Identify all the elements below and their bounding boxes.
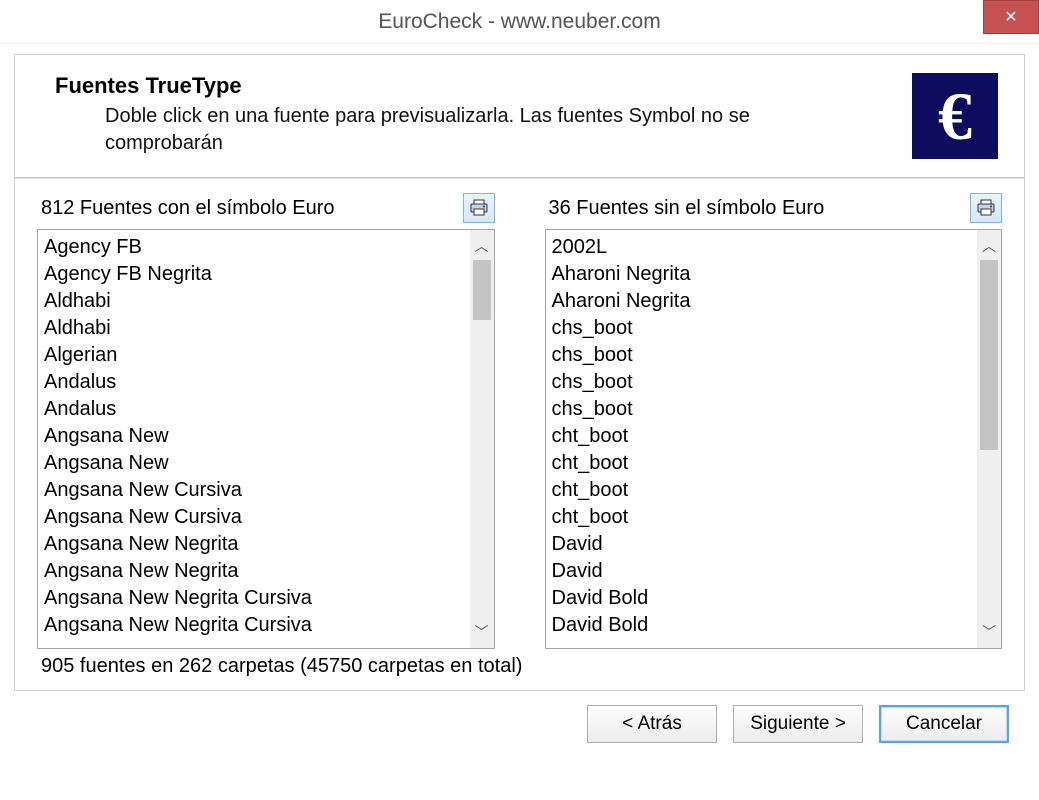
window-body: Fuentes TrueType Doble click en una fuen… <box>0 44 1039 757</box>
back-button[interactable]: < Atrás <box>587 705 717 743</box>
list-item[interactable]: Algerian <box>44 342 464 369</box>
list-item[interactable]: Aharoni Negrita <box>552 288 972 315</box>
list-item[interactable]: Angsana New Negrita Cursiva <box>44 612 464 639</box>
list-item[interactable]: Angsana New Negrita Cursiva <box>44 585 464 612</box>
list-item[interactable]: David Bold <box>552 612 972 639</box>
scroll-up-icon[interactable]: ︿ <box>982 236 996 256</box>
list-item[interactable]: Angsana New <box>44 450 464 477</box>
list-item[interactable]: David Bold <box>552 585 972 612</box>
left-column: 812 Fuentes con el símbolo Euro Agency F… <box>37 193 495 649</box>
right-column-header: 36 Fuentes sin el símbolo Euro <box>545 193 1003 229</box>
left-column-label: 812 Fuentes con el símbolo Euro <box>41 197 335 220</box>
scroll-thumb[interactable] <box>980 260 998 450</box>
left-scrollbar[interactable]: ︿ ﹀ <box>470 230 494 648</box>
printer-icon <box>469 199 489 217</box>
left-list-items: Agency FB Agency FB Negrita Aldhabi Aldh… <box>38 230 470 648</box>
euro-logo-icon: € <box>912 73 998 159</box>
list-item[interactable]: 2002L <box>552 234 972 261</box>
list-item[interactable]: Angsana New Negrita <box>44 558 464 585</box>
content-area: 812 Fuentes con el símbolo Euro Agency F… <box>15 179 1024 690</box>
list-item[interactable]: Aharoni Negrita <box>552 261 972 288</box>
list-item[interactable]: Aldhabi <box>44 288 464 315</box>
left-listbox[interactable]: Agency FB Agency FB Negrita Aldhabi Aldh… <box>37 229 495 649</box>
header-subtitle: Doble click en una fuente para previsual… <box>55 103 755 157</box>
list-item[interactable]: chs_boot <box>552 396 972 423</box>
header-text: Fuentes TrueType Doble click en una fuen… <box>55 73 912 157</box>
list-item[interactable]: Angsana New Cursiva <box>44 504 464 531</box>
list-item[interactable]: Agency FB <box>44 234 464 261</box>
list-item[interactable]: chs_boot <box>552 315 972 342</box>
list-item[interactable]: Andalus <box>44 369 464 396</box>
list-item[interactable]: David <box>552 558 972 585</box>
close-icon: ✕ <box>1004 7 1017 27</box>
next-button[interactable]: Siguiente > <box>733 705 863 743</box>
list-item[interactable]: cht_boot <box>552 477 972 504</box>
titlebar: EuroCheck - www.neuber.com ✕ <box>0 0 1039 44</box>
right-column-label: 36 Fuentes sin el símbolo Euro <box>549 197 825 220</box>
printer-icon <box>976 199 996 217</box>
scroll-up-icon[interactable]: ︿ <box>475 236 489 256</box>
scroll-thumb[interactable] <box>473 260 491 320</box>
list-item[interactable]: Angsana New Cursiva <box>44 477 464 504</box>
columns: 812 Fuentes con el símbolo Euro Agency F… <box>37 193 1002 649</box>
list-item[interactable]: Andalus <box>44 396 464 423</box>
print-left-button[interactable] <box>463 193 495 223</box>
list-item[interactable]: chs_boot <box>552 342 972 369</box>
left-column-header: 812 Fuentes con el símbolo Euro <box>37 193 495 229</box>
header-area: Fuentes TrueType Doble click en una fuen… <box>15 55 1024 177</box>
scroll-down-icon[interactable]: ﹀ <box>982 622 996 642</box>
button-row: < Atrás Siguiente > Cancelar <box>14 691 1025 745</box>
scroll-down-icon[interactable]: ﹀ <box>475 622 489 642</box>
cancel-button[interactable]: Cancelar <box>879 705 1009 743</box>
right-column: 36 Fuentes sin el símbolo Euro 2002L Aha… <box>545 193 1003 649</box>
window-title: EuroCheck - www.neuber.com <box>378 10 660 34</box>
list-item[interactable]: David <box>552 531 972 558</box>
list-item[interactable]: cht_boot <box>552 504 972 531</box>
right-scrollbar[interactable]: ︿ ﹀ <box>977 230 1001 648</box>
status-line: 905 fuentes en 262 carpetas (45750 carpe… <box>37 649 1002 680</box>
right-list-items: 2002L Aharoni Negrita Aharoni Negrita ch… <box>546 230 978 648</box>
euro-glyph: € <box>938 77 972 156</box>
list-item[interactable]: Angsana New Negrita <box>44 531 464 558</box>
print-right-button[interactable] <box>970 193 1002 223</box>
list-item[interactable]: Angsana New <box>44 423 464 450</box>
right-listbox[interactable]: 2002L Aharoni Negrita Aharoni Negrita ch… <box>545 229 1003 649</box>
header-title: Fuentes TrueType <box>55 73 892 99</box>
scroll-track[interactable] <box>473 256 491 622</box>
list-item[interactable]: cht_boot <box>552 423 972 450</box>
list-item[interactable]: chs_boot <box>552 369 972 396</box>
list-item[interactable]: Agency FB Negrita <box>44 261 464 288</box>
scroll-track[interactable] <box>980 256 998 622</box>
close-button[interactable]: ✕ <box>983 0 1039 34</box>
list-item[interactable]: cht_boot <box>552 450 972 477</box>
wizard-panel: Fuentes TrueType Doble click en una fuen… <box>14 54 1025 691</box>
list-item[interactable]: Aldhabi <box>44 315 464 342</box>
